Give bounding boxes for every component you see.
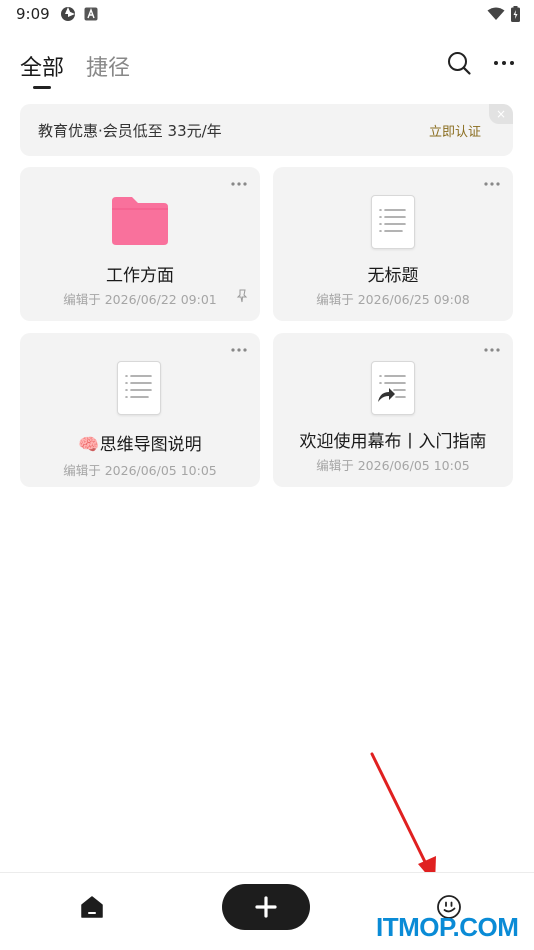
status-time: 9:09 xyxy=(16,5,50,23)
card-meta: 编辑于 2026/06/25 09:08 xyxy=(316,292,470,307)
card-more-icon[interactable] xyxy=(230,345,248,355)
card-title: 欢迎使用幕布丨入门指南 xyxy=(299,432,487,452)
card-title: 🧠思维导图说明 xyxy=(78,435,202,455)
aperture-icon xyxy=(60,7,75,21)
search-icon[interactable] xyxy=(446,50,472,76)
card-document[interactable]: 🧠思维导图说明 编辑于 2026/06/05 10:05 xyxy=(20,333,260,487)
header: 全部 捷径 xyxy=(0,40,534,92)
card-meta: 编辑于 2026/06/22 09:01 xyxy=(63,292,217,307)
card-more-icon[interactable] xyxy=(483,345,501,355)
document-icon xyxy=(371,195,415,249)
tab-shortcuts[interactable]: 捷径 xyxy=(86,50,130,82)
status-bar: 9:09 xyxy=(0,0,534,28)
add-button[interactable] xyxy=(222,884,310,930)
battery-icon xyxy=(511,6,520,22)
close-icon[interactable]: × xyxy=(489,104,513,124)
more-icon[interactable] xyxy=(492,54,516,72)
card-document[interactable]: 无标题 编辑于 2026/06/25 09:08 xyxy=(273,167,513,321)
close-glyph: × xyxy=(495,107,507,121)
tab-all[interactable]: 全部 xyxy=(20,50,64,82)
active-tab-indicator xyxy=(33,86,51,89)
card-title: 工作方面 xyxy=(106,266,174,286)
card-folder[interactable]: 工作方面 编辑于 2026/06/22 09:01 xyxy=(20,167,260,321)
promo-banner: 教育优惠·会员低至 33元/年 立即认证 × xyxy=(20,104,513,156)
card-more-icon[interactable] xyxy=(483,179,501,189)
shared-document-icon xyxy=(371,361,415,415)
annotation-arrow-icon xyxy=(370,752,436,884)
card-shared-document[interactable]: 欢迎使用幕布丨入门指南 编辑于 2026/06/05 10:05 xyxy=(273,333,513,487)
wifi-icon xyxy=(487,7,505,20)
promo-text: 教育优惠·会员低至 33元/年 xyxy=(38,122,222,140)
card-title: 无标题 xyxy=(367,266,419,286)
plus-icon xyxy=(255,896,277,918)
card-meta: 编辑于 2026/06/05 10:05 xyxy=(316,458,470,473)
verify-now-link[interactable]: 立即认证 xyxy=(429,121,481,140)
watermark-text: ITMOP.COM xyxy=(376,912,519,942)
document-icon xyxy=(117,361,161,415)
card-more-icon[interactable] xyxy=(230,179,248,189)
pin-icon xyxy=(236,289,248,303)
folder-icon xyxy=(112,197,168,245)
a-badge-icon xyxy=(84,7,98,21)
card-meta: 编辑于 2026/06/05 10:05 xyxy=(63,463,217,478)
home-icon[interactable] xyxy=(80,895,104,919)
